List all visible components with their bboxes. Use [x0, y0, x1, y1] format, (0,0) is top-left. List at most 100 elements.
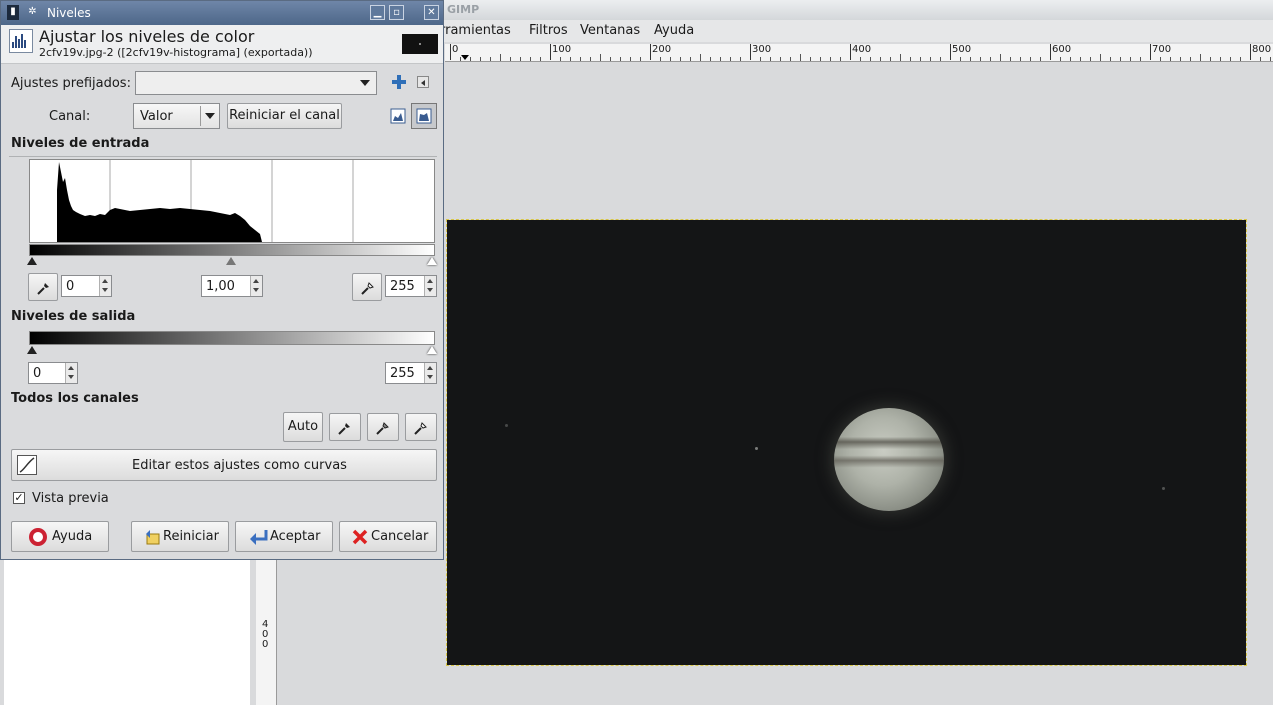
eyedropper-black-icon: [37, 283, 49, 295]
input-white-spin[interactable]: 255: [385, 275, 437, 297]
ruler-minor-tick: [520, 57, 521, 61]
levels-icon: [9, 29, 33, 53]
ruler-minor-tick: [1060, 57, 1061, 61]
dialog-titlebar[interactable]: ▮ ✲ Niveles ▁ ▫ ✕: [1, 1, 443, 25]
auto-button[interactable]: Auto: [283, 412, 323, 442]
ruler-minor-tick: [530, 57, 531, 61]
ruler-minor-tick: [870, 57, 871, 61]
channel-combo[interactable]: Valor: [133, 103, 220, 129]
ruler-minor-tick: [810, 57, 811, 61]
ruler-minor-tick: [970, 57, 971, 61]
image-canvas[interactable]: [446, 219, 1247, 666]
ruler-major-tick: [1050, 44, 1051, 60]
input-black-spin[interactable]: 0: [61, 275, 112, 297]
help-button[interactable]: Ayuda: [11, 521, 109, 552]
ruler-minor-tick: [1160, 57, 1161, 61]
ruler-minor-tick: [470, 57, 471, 61]
spin-buttons[interactable]: [99, 276, 111, 296]
ruler-minor-tick: [1140, 57, 1141, 61]
ruler-major-tick: [1250, 44, 1251, 60]
linear-histogram-icon[interactable]: [389, 107, 407, 125]
ruler-label: 500: [952, 44, 972, 55]
channel-label: Canal:: [49, 109, 91, 124]
presets-combo[interactable]: [135, 71, 377, 95]
log-histogram-icon[interactable]: [411, 103, 437, 129]
pick-white-button[interactable]: [352, 273, 382, 301]
ruler-minor-tick: [560, 57, 561, 61]
cancel-button[interactable]: Cancelar: [339, 521, 437, 552]
ruler-label: 400: [852, 44, 872, 55]
ruler-minor-tick: [740, 57, 741, 61]
reset-button[interactable]: Reiniciar: [131, 521, 229, 552]
histogram[interactable]: [29, 159, 435, 243]
output-black-spin[interactable]: 0: [28, 362, 78, 384]
dialog-header-title: Ajustar los niveles de color: [39, 27, 255, 46]
reset-channel-button[interactable]: Reiniciar el canal: [227, 103, 342, 129]
spin-buttons[interactable]: [250, 276, 262, 296]
ruler-minor-tick: [640, 57, 641, 61]
output-levels-heading: Niveles de salida: [11, 309, 136, 324]
spin-buttons[interactable]: [65, 363, 77, 383]
pick-black-all-button[interactable]: [329, 413, 361, 441]
ruler-label: 100: [552, 44, 572, 55]
vruler-label: 400: [262, 619, 269, 650]
spin-buttons[interactable]: [424, 363, 436, 383]
add-preset-icon[interactable]: [390, 73, 408, 91]
moon-1: [755, 447, 758, 450]
lifebuoy-icon: [29, 528, 47, 546]
preview-checkbox[interactable]: ✓: [13, 492, 25, 504]
horizontal-ruler[interactable]: 0 100 200 300 400 500 600 700 800: [445, 44, 1273, 62]
chevron-down-icon: [360, 80, 370, 86]
channel-value: Valor: [140, 109, 173, 124]
minimize-icon[interactable]: ▁: [370, 5, 385, 20]
dialog-header-subtitle: 2cfv19v.jpg-2 ([2cfv19v-histograma] (exp…: [39, 46, 313, 59]
maximize-icon[interactable]: ▫: [389, 5, 404, 20]
ruler-major-tick: [550, 44, 551, 60]
ruler-minor-tick: [600, 54, 601, 61]
gimp-app-title: GIMP: [447, 3, 480, 16]
menu-help[interactable]: Ayuda: [654, 23, 694, 38]
ruler-label: 0: [452, 44, 459, 55]
ruler-minor-tick: [890, 57, 891, 61]
ruler-major-tick: [850, 44, 851, 60]
vertical-ruler[interactable]: 400: [256, 560, 277, 705]
edit-as-curves-label: Editar estos ajustes como curvas: [132, 458, 347, 473]
ruler-minor-tick: [1130, 57, 1131, 61]
ruler-label: 700: [1152, 44, 1172, 55]
edit-as-curves-button[interactable]: Editar estos ajustes como curvas: [11, 449, 437, 481]
ruler-label: 200: [652, 44, 672, 55]
menu-windows[interactable]: Ventanas: [580, 23, 640, 38]
presets-menu-icon[interactable]: [417, 76, 429, 88]
ruler-minor-tick: [510, 57, 511, 61]
ok-button[interactable]: Aceptar: [235, 521, 333, 552]
window-pin-icon[interactable]: ✲: [25, 5, 40, 20]
ruler-major-tick: [650, 44, 651, 60]
ruler-minor-tick: [920, 57, 921, 61]
ruler-minor-tick: [860, 57, 861, 61]
pick-black-button[interactable]: [28, 273, 58, 301]
curves-icon: [17, 455, 37, 475]
spin-buttons[interactable]: [424, 276, 436, 296]
cancel-x-icon: [352, 529, 368, 545]
ruler-minor-tick: [680, 57, 681, 61]
output-white-handle[interactable]: [427, 346, 437, 354]
dialog-window-title: Niveles: [47, 6, 91, 20]
output-white-spin[interactable]: 255: [385, 362, 437, 384]
levels-dialog: ▮ ✲ Niveles ▁ ▫ ✕ Ajustar los niveles de…: [0, 0, 444, 560]
pick-white-all-button[interactable]: [405, 413, 437, 441]
input-white-handle[interactable]: [427, 257, 437, 265]
window-menu-icon[interactable]: ▮: [7, 5, 19, 20]
ruler-minor-tick: [770, 57, 771, 61]
pick-gray-all-button[interactable]: [367, 413, 399, 441]
menu-tools[interactable]: rramientas: [440, 23, 511, 38]
ruler-minor-tick: [670, 57, 671, 61]
output-white-value: 255: [390, 366, 415, 381]
input-gamma-handle[interactable]: [226, 257, 236, 265]
close-icon[interactable]: ✕: [424, 5, 439, 20]
input-black-handle[interactable]: [27, 257, 37, 265]
output-black-handle[interactable]: [27, 346, 37, 354]
input-gamma-spin[interactable]: 1,00: [201, 275, 263, 297]
combo-divider: [200, 106, 201, 126]
menu-filters[interactable]: Filtros: [529, 23, 568, 38]
ruler-minor-tick: [800, 54, 801, 61]
